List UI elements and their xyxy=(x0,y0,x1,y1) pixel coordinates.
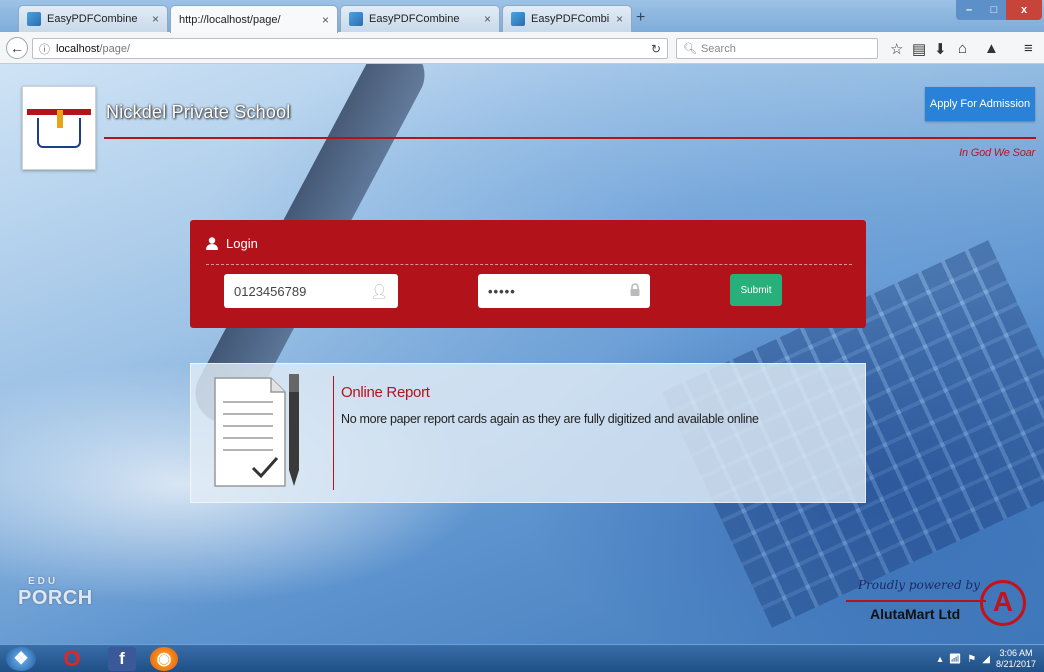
tab-label: EasyPDFCombine xyxy=(369,13,460,25)
close-icon[interactable]: × xyxy=(152,12,159,26)
tab-label: http://localhost/page/ xyxy=(179,13,281,26)
school-motto: In God We Soar xyxy=(959,147,1035,159)
windows-taskbar: ❖ O f ◉ ▴ 📶︎ ⚑ ◢ 3:06 AM 8/21/2017 xyxy=(0,644,1044,672)
clock-date: 8/21/2017 xyxy=(995,659,1036,669)
login-title: Login xyxy=(226,236,258,251)
school-name: Nickdel Private School xyxy=(106,102,291,122)
close-icon[interactable]: × xyxy=(322,13,329,27)
menu-icon[interactable]: ≡ xyxy=(1024,40,1033,57)
clock-time: 3:06 AM xyxy=(999,648,1033,658)
powered-by-badge: Proudly powered by AlutaMart Ltd A xyxy=(846,574,1036,634)
reading-list-icon[interactable]: ▤ xyxy=(912,40,926,58)
firefox-icon[interactable]: ◉ xyxy=(150,647,178,671)
brand-top: EDU xyxy=(28,576,59,587)
alutamart-logo-icon: A xyxy=(980,580,1026,626)
facebook-icon[interactable]: f xyxy=(108,647,136,671)
tab-label: EasyPDFCombine xyxy=(531,13,610,25)
download-icon[interactable]: ⬇ xyxy=(934,40,947,58)
powered-by-name: AlutaMart Ltd xyxy=(870,606,961,622)
pocket-icon[interactable]: ▲ xyxy=(984,40,999,57)
tray-arrow-icon[interactable]: ▴ xyxy=(938,654,943,665)
powered-by-text: Proudly powered by xyxy=(858,578,980,592)
maximize-button[interactable]: □ xyxy=(982,0,1006,20)
network-icon[interactable]: 📶︎ xyxy=(949,654,962,665)
tab-label: EasyPDFCombine xyxy=(47,13,138,25)
feature-description: No more paper report cards again as they… xyxy=(341,412,759,426)
username-field[interactable]: 👤︎ xyxy=(224,274,398,308)
login-heading: Login xyxy=(206,236,258,251)
opera-icon[interactable]: O xyxy=(58,646,86,671)
tab-localhost-page[interactable]: http://localhost/page/ × xyxy=(170,5,338,33)
url-host: localhost xyxy=(56,42,100,55)
close-window-button[interactable]: x xyxy=(1006,0,1042,20)
eduporch-logo: EDU PORCH xyxy=(18,576,93,610)
password-field[interactable] xyxy=(478,274,650,308)
system-tray: ▴ 📶︎ ⚑ ◢ 3:06 AM 8/21/2017 xyxy=(938,647,1036,671)
search-icon: 🔍︎ xyxy=(683,43,697,55)
school-logo[interactable] xyxy=(22,86,96,170)
minimize-button[interactable]: – xyxy=(956,0,982,20)
search-placeholder: Search xyxy=(700,42,736,55)
username-input[interactable] xyxy=(234,283,364,299)
flag-icon[interactable]: ⚑ xyxy=(967,654,976,665)
url-path: /page/ xyxy=(99,42,131,55)
browser-titlebar: EasyPDFCombine × http://localhost/page/ … xyxy=(0,0,1044,33)
header-divider xyxy=(104,137,1036,139)
brand-bottom: PORCH xyxy=(18,587,93,609)
powered-divider xyxy=(846,600,986,602)
user-icon xyxy=(206,237,218,250)
report-card-icon xyxy=(214,374,299,487)
login-panel: Login 👤︎ Submit xyxy=(190,220,866,328)
password-input[interactable] xyxy=(488,283,618,299)
close-icon[interactable]: × xyxy=(616,12,623,26)
submit-button[interactable]: Submit xyxy=(730,274,782,306)
start-button[interactable]: ❖ xyxy=(6,647,36,671)
book-icon xyxy=(37,109,81,148)
login-divider xyxy=(206,264,852,265)
reload-icon[interactable]: ↻ xyxy=(651,42,661,56)
home-icon[interactable]: ⌂ xyxy=(958,40,967,57)
url-bar[interactable]: ⓘ localhost/page/ ↻ xyxy=(32,38,668,59)
pdf-app-icon xyxy=(349,12,363,26)
feature-divider xyxy=(333,376,334,490)
pdf-app-icon xyxy=(27,12,41,26)
feature-card-online-report: Online Report No more paper report cards… xyxy=(190,363,866,503)
tab-easypdfcombine-3[interactable]: EasyPDFCombine × xyxy=(502,5,632,32)
browser-navbar: ← ⓘ localhost/page/ ↻ 🔍︎ Search ☆ ▤ ⬇ ⌂ … xyxy=(0,32,1044,64)
close-icon[interactable]: × xyxy=(484,12,491,26)
system-clock[interactable]: 3:06 AM 8/21/2017 xyxy=(996,648,1036,670)
new-tab-button[interactable]: + xyxy=(636,9,645,27)
search-input[interactable]: 🔍︎ Search xyxy=(676,38,878,59)
tab-easypdfcombine-1[interactable]: EasyPDFCombine × xyxy=(18,5,168,32)
pdf-app-icon xyxy=(511,12,525,26)
info-icon[interactable]: ⓘ xyxy=(39,41,50,57)
feature-title: Online Report xyxy=(341,384,430,401)
page-content: Nickdel Private School Apply For Admissi… xyxy=(0,64,1044,644)
apply-for-admission-button[interactable]: Apply For Admission xyxy=(925,87,1035,121)
tab-easypdfcombine-2[interactable]: EasyPDFCombine × xyxy=(340,5,500,32)
user-icon: 👤︎ xyxy=(370,282,388,299)
lock-icon xyxy=(630,283,640,299)
back-button[interactable]: ← xyxy=(6,37,28,59)
bookmark-star-icon[interactable]: ☆ xyxy=(890,40,903,58)
volume-icon[interactable]: ◢ xyxy=(982,654,990,665)
